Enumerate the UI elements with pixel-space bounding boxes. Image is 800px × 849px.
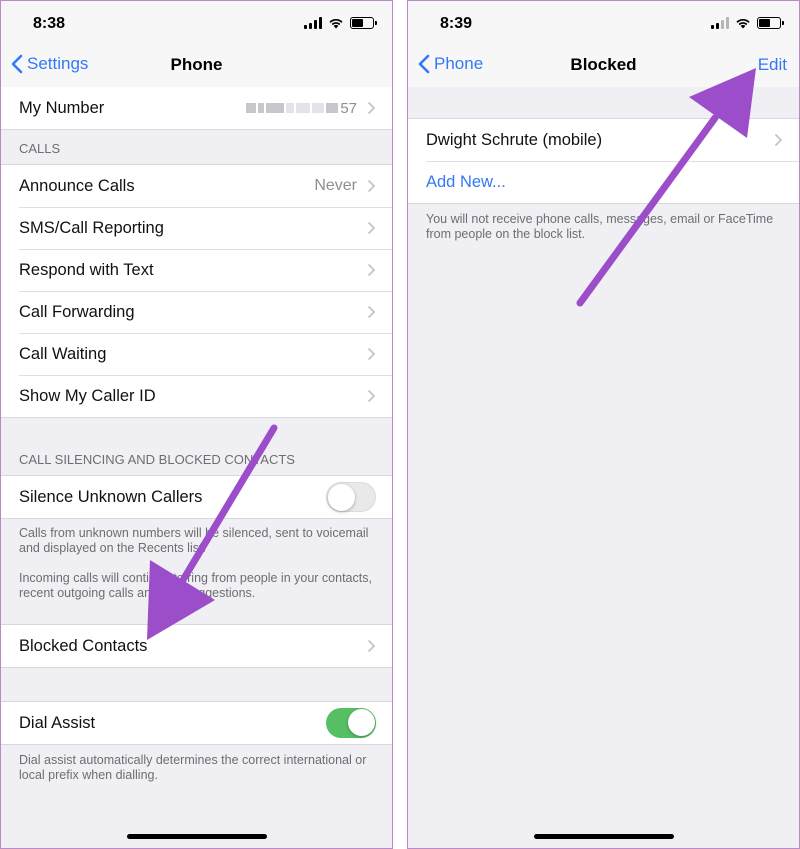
chevron-right-icon xyxy=(367,347,376,361)
blocked-contacts-screen: 8:39 Phone Blocked Edit Dwight Schrute (… xyxy=(407,0,800,849)
silence-unknown-callers-toggle[interactable] xyxy=(326,482,376,512)
chevron-right-icon xyxy=(367,263,376,277)
call-forwarding-row[interactable]: Call Forwarding xyxy=(1,291,392,333)
home-indicator[interactable] xyxy=(126,834,267,839)
back-label: Phone xyxy=(434,54,484,73)
back-label: Settings xyxy=(27,54,89,73)
navigation-bar: Phone Blocked Edit xyxy=(408,45,799,87)
blocked-group: Dwight Schrute (mobile) Add New... xyxy=(408,118,799,204)
back-button-phone[interactable]: Phone xyxy=(418,54,483,74)
chevron-right-icon xyxy=(367,305,376,319)
chevron-right-icon xyxy=(367,179,376,193)
respond-with-text-row[interactable]: Respond with Text xyxy=(1,249,392,291)
my-number-row[interactable]: My Number 57 xyxy=(1,87,392,129)
dial-assist-row: Dial Assist xyxy=(1,702,392,744)
status-time: 8:39 xyxy=(440,15,473,32)
sms-call-reporting-row[interactable]: SMS/Call Reporting xyxy=(1,207,392,249)
row-label: Dial Assist xyxy=(19,713,96,732)
edit-button[interactable]: Edit xyxy=(758,55,787,75)
status-time: 8:38 xyxy=(33,15,66,32)
chevron-left-icon xyxy=(418,54,430,74)
chevron-right-icon xyxy=(774,133,783,147)
blocked-contacts-group: Blocked Contacts xyxy=(1,624,392,668)
status-icons xyxy=(304,17,377,29)
status-icons xyxy=(711,17,784,29)
row-label: Silence Unknown Callers xyxy=(19,487,203,506)
row-label: Announce Calls xyxy=(19,176,135,195)
silencing-section-header: CALL SILENCING AND BLOCKED CONTACTS xyxy=(19,452,295,467)
chevron-right-icon xyxy=(367,389,376,403)
my-number-label: My Number xyxy=(19,98,105,117)
silence-unknown-callers-row: Silence Unknown Callers xyxy=(1,476,392,518)
calls-header-wrap: CALLS xyxy=(1,130,392,164)
calls-group: Announce Calls Never SMS/Call Reporting … xyxy=(1,164,392,418)
silence-footer-1: Calls from unknown numbers will be silen… xyxy=(19,526,369,555)
block-list-footer: You will not receive phone calls, messag… xyxy=(426,212,774,241)
battery-icon xyxy=(757,17,784,29)
my-number-group: My Number 57 xyxy=(1,87,392,130)
settings-list: My Number 57 CALLS Announce Calls Never … xyxy=(1,87,392,783)
row-label: Blocked Contacts xyxy=(19,636,148,655)
add-new-row[interactable]: Add New... xyxy=(408,161,799,203)
status-bar: 8:38 xyxy=(1,1,392,45)
silence-footer-2: Incoming calls will continue to ring fro… xyxy=(19,571,372,600)
dial-assist-group: Dial Assist xyxy=(1,701,392,745)
wifi-icon xyxy=(329,18,343,29)
row-value: Never xyxy=(314,177,357,194)
silence-group: Silence Unknown Callers xyxy=(1,475,392,519)
navigation-bar: Settings Phone xyxy=(1,45,392,87)
show-caller-id-row[interactable]: Show My Caller ID xyxy=(1,375,392,417)
dial-assist-toggle[interactable] xyxy=(326,708,376,738)
chevron-right-icon xyxy=(367,221,376,235)
announce-calls-row[interactable]: Announce Calls Never xyxy=(1,165,392,207)
wifi-icon xyxy=(736,18,750,29)
blocked-contacts-row[interactable]: Blocked Contacts xyxy=(1,625,392,667)
row-label: Call Waiting xyxy=(19,344,107,363)
dial-assist-footer: Dial assist automatically determines the… xyxy=(19,753,367,782)
my-number-suffix: 57 xyxy=(340,99,357,117)
battery-icon xyxy=(350,17,377,29)
home-indicator[interactable] xyxy=(533,834,674,839)
cellular-signal-icon xyxy=(304,17,322,29)
row-label: SMS/Call Reporting xyxy=(19,218,164,237)
call-waiting-row[interactable]: Call Waiting xyxy=(1,333,392,375)
masked-phone-number: 57 xyxy=(246,100,357,117)
row-label: Call Forwarding xyxy=(19,302,135,321)
row-label: Respond with Text xyxy=(19,260,154,279)
row-label: Dwight Schrute (mobile) xyxy=(426,130,603,149)
calls-section-header: CALLS xyxy=(19,141,61,156)
chevron-right-icon xyxy=(367,101,376,115)
blocked-contact-row[interactable]: Dwight Schrute (mobile) xyxy=(408,119,799,161)
cellular-signal-icon xyxy=(711,17,729,29)
phone-settings-screen: 8:38 Settings Phone My Number 57 CALLS A… xyxy=(0,0,393,849)
back-button-settings[interactable]: Settings xyxy=(11,54,88,74)
silencing-header-wrap: CALL SILENCING AND BLOCKED CONTACTS xyxy=(1,418,392,475)
chevron-left-icon xyxy=(11,54,23,74)
row-label: Show My Caller ID xyxy=(19,386,156,405)
add-new-link[interactable]: Add New... xyxy=(426,173,783,192)
blocked-list: Dwight Schrute (mobile) Add New... You w… xyxy=(408,118,799,242)
chevron-right-icon xyxy=(367,639,376,653)
status-bar: 8:39 xyxy=(408,1,799,45)
